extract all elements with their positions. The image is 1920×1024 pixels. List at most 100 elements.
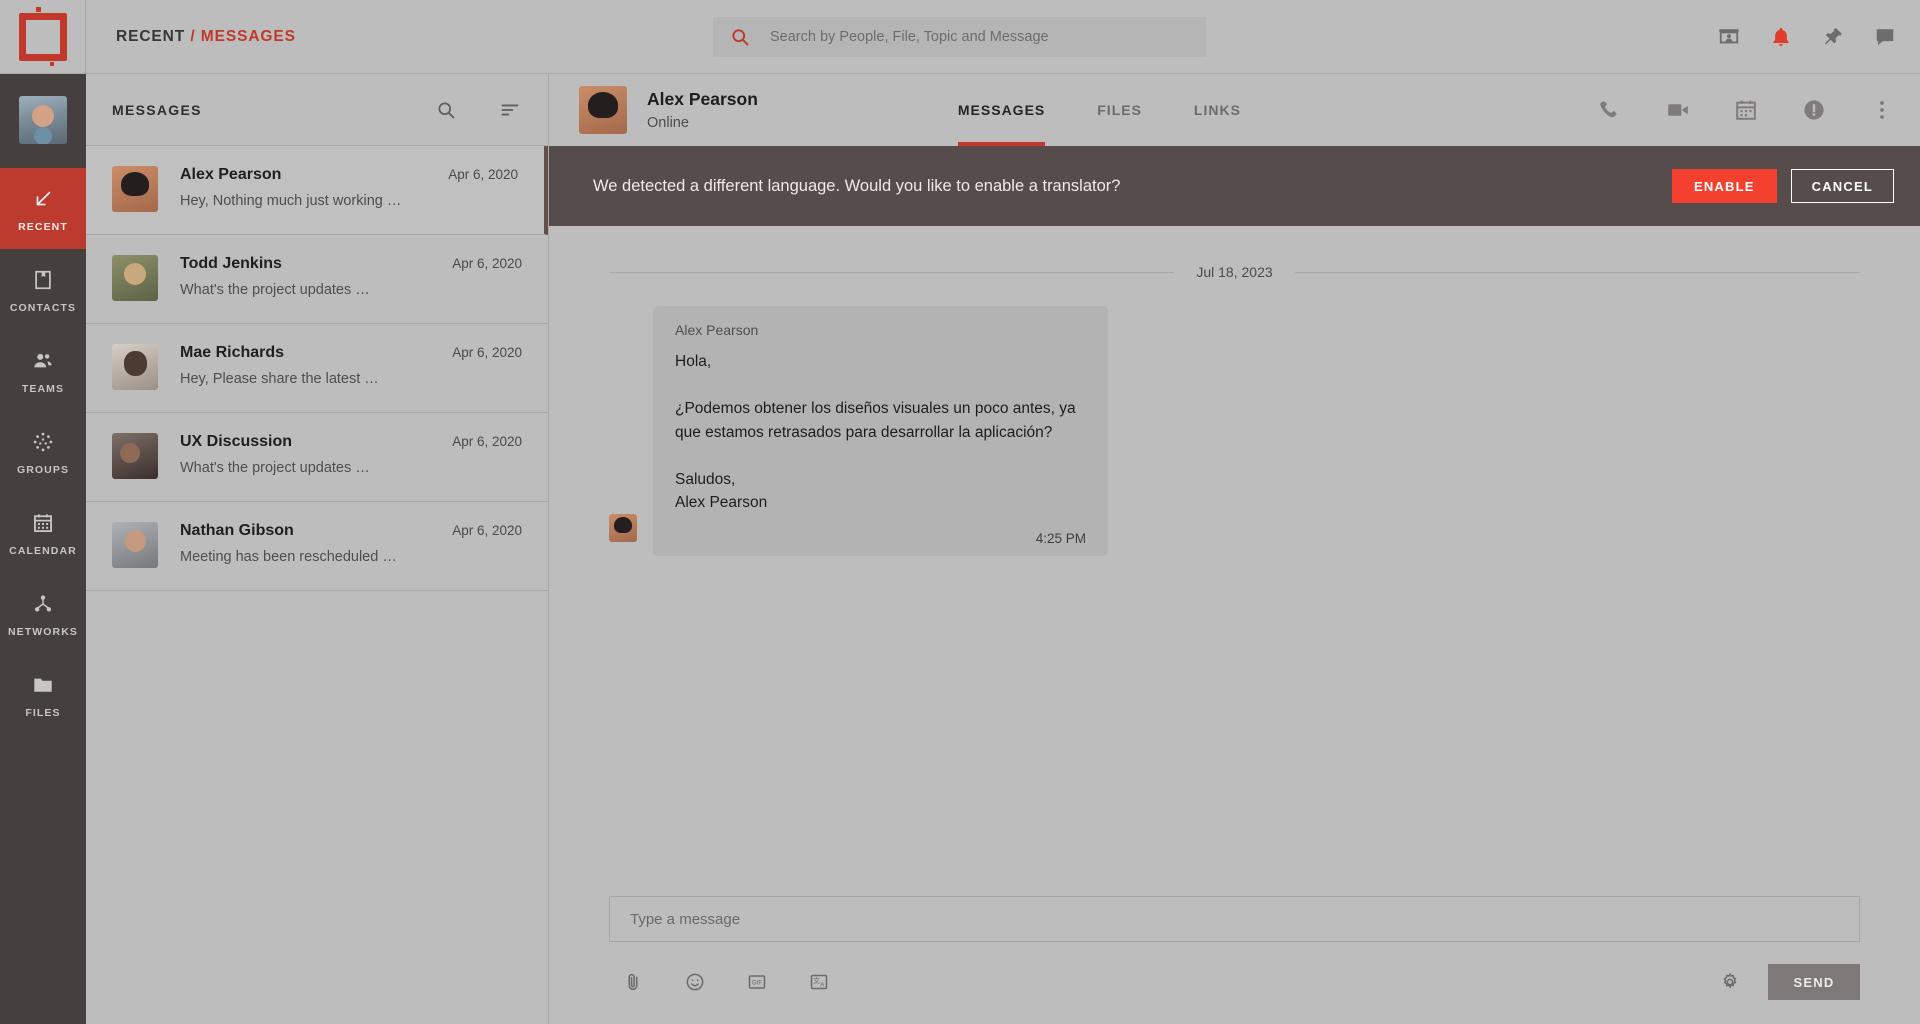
chat-header-actions	[1598, 98, 1894, 122]
status-badge: Online	[647, 115, 689, 131]
conversation-date: Apr 6, 2020	[452, 523, 522, 538]
sidebar-item-label: TEAMS	[21, 383, 65, 395]
sidebar-item-teams[interactable]: TEAMS	[0, 330, 86, 411]
cancel-translator-button[interactable]: CANCEL	[1790, 169, 1894, 203]
dotted-circle-icon	[33, 432, 53, 452]
sidebar-item-files[interactable]: FILES	[0, 654, 86, 735]
message-timestamp: 4:25 PM	[1035, 530, 1086, 546]
avatar	[609, 513, 637, 542]
arrow-down-left-icon	[36, 191, 51, 206]
svg-text:A: A	[820, 981, 825, 988]
global-search[interactable]	[713, 17, 1206, 57]
list-item[interactable]: Mae Richards Apr 6, 2020 Hey, Please sha…	[86, 324, 548, 413]
chat-bubble-icon[interactable]	[1874, 26, 1896, 48]
breadcrumb-separator: /	[190, 27, 196, 45]
svg-text:GIF: GIF	[752, 979, 762, 986]
composer-right-actions: SEND	[1720, 964, 1860, 1000]
translator-banner: We detected a different language. Would …	[549, 146, 1920, 226]
translator-banner-actions: ENABLE CANCEL	[1671, 169, 1894, 203]
network-nodes-icon	[34, 595, 52, 612]
sidebar-item-groups[interactable]: GROUPS	[0, 411, 86, 492]
sidebar-item-label: CONTACTS	[9, 302, 77, 314]
presentation-icon[interactable]	[1718, 26, 1740, 48]
conversation-date: Apr 6, 2020	[452, 256, 522, 271]
translate-icon[interactable]: 文 A	[809, 972, 829, 992]
info-icon[interactable]	[1802, 98, 1826, 122]
sidebar-item-contacts[interactable]: CONTACTS	[0, 249, 86, 330]
calendar-icon[interactable]	[1734, 98, 1758, 122]
send-button[interactable]: SEND	[1768, 964, 1860, 1000]
date-divider-label: Jul 18, 2023	[1196, 264, 1273, 280]
people-icon	[34, 353, 52, 368]
divider-line-left	[609, 271, 1175, 273]
sidebar-item-label: CALENDAR	[9, 545, 77, 557]
message-input[interactable]	[609, 896, 1860, 942]
list-item[interactable]: Alex Pearson Apr 6, 2020 Hey, Nothing mu…	[86, 146, 548, 235]
avatar	[112, 433, 158, 479]
message-sender: Alex Pearson	[675, 322, 759, 338]
avatar	[579, 86, 627, 134]
composer-tools: GIF 文 A	[623, 972, 829, 992]
top-bar-actions	[1718, 26, 1896, 48]
message-row: Alex Pearson Hola, ¿Podemos obtener los …	[609, 306, 1860, 556]
app-logo[interactable]	[0, 0, 86, 74]
pin-icon[interactable]	[1822, 26, 1844, 48]
video-camera-icon[interactable]	[1666, 98, 1690, 122]
chat-peer-name: Alex Pearson	[647, 89, 758, 109]
sort-filter-icon[interactable]	[500, 100, 520, 120]
list-item[interactable]: Nathan Gibson Apr 6, 2020 Meeting has be…	[86, 502, 548, 591]
user-avatar[interactable]	[19, 96, 67, 144]
emoji-icon[interactable]	[685, 972, 705, 992]
sidebar-item-recent[interactable]: RECENT	[0, 168, 86, 249]
gif-icon[interactable]: GIF	[747, 972, 767, 992]
translator-banner-text: We detected a different language. Would …	[593, 176, 1121, 195]
composer-toolbar: GIF 文 A SEND	[609, 964, 1860, 1000]
message-text: Hola, ¿Podemos obtener los diseños visua…	[675, 353, 1076, 512]
tab-links[interactable]: LINKS	[1194, 74, 1241, 146]
conversation-list-header: MESSAGES	[86, 74, 548, 146]
conversation-name: Alex Pearson	[180, 166, 282, 183]
breadcrumb-section[interactable]: RECENT	[116, 28, 185, 45]
message-thread[interactable]: Jul 18, 2023 Alex Pearson Hola, ¿Podemos…	[549, 226, 1920, 896]
breadcrumb: RECENT / MESSAGES	[116, 28, 296, 46]
bell-icon[interactable]	[1770, 26, 1792, 48]
avatar	[112, 255, 158, 301]
chat-pane: Alex Pearson Online MESSAGES FILES LINKS	[549, 74, 1920, 1024]
folder-icon	[34, 678, 52, 692]
sidebar-item-label: GROUPS	[16, 464, 70, 476]
conversation-preview: Hey, Please share the latest …	[180, 371, 379, 387]
list-panel-title: MESSAGES	[112, 101, 202, 118]
conversation-date: Apr 6, 2020	[452, 434, 522, 449]
gear-icon[interactable]	[1720, 972, 1740, 992]
contacts-book-icon	[35, 270, 51, 290]
phone-icon[interactable]	[1598, 98, 1622, 122]
message-composer: GIF 文 A SEND	[549, 896, 1920, 1024]
message-bubble[interactable]: Alex Pearson Hola, ¿Podemos obtener los …	[653, 306, 1108, 556]
conversation-name: UX Discussion	[180, 433, 293, 450]
tab-files[interactable]: FILES	[1097, 74, 1142, 146]
avatar	[112, 344, 158, 390]
more-vertical-icon[interactable]	[1870, 98, 1894, 122]
calendar-icon	[34, 514, 52, 532]
sidebar-item-networks[interactable]: NETWORKS	[0, 573, 86, 654]
list-header-actions	[436, 100, 520, 120]
search-icon	[732, 29, 749, 46]
top-bar: RECENT / MESSAGES	[0, 0, 1920, 74]
enable-translator-button[interactable]: ENABLE	[1671, 169, 1777, 203]
conversation-preview: Meeting has been rescheduled …	[180, 549, 397, 565]
paperclip-icon[interactable]	[623, 972, 643, 992]
conversation-name: Todd Jenkins	[180, 255, 282, 272]
svg-text:文: 文	[813, 976, 820, 985]
sidebar-item-label: NETWORKS	[7, 626, 79, 638]
search-icon[interactable]	[436, 100, 456, 120]
conversation-date: Apr 6, 2020	[452, 345, 522, 360]
tab-messages[interactable]: MESSAGES	[957, 74, 1046, 146]
sidebar-item-calendar[interactable]: CALENDAR	[0, 492, 86, 573]
avatar	[112, 522, 158, 568]
sidebar-item-label: FILES	[25, 707, 61, 719]
conversation-list-panel: MESSAGES Alex Pearson Apr 6, 2020 Hey, N…	[86, 74, 549, 1024]
list-item[interactable]: Todd Jenkins Apr 6, 2020 What's the proj…	[86, 235, 548, 324]
search-input[interactable]	[770, 29, 1206, 45]
list-item[interactable]: UX Discussion Apr 6, 2020 What's the pro…	[86, 413, 548, 502]
app-window: RECENT / MESSAGES Search by People, File…	[0, 0, 1920, 1024]
